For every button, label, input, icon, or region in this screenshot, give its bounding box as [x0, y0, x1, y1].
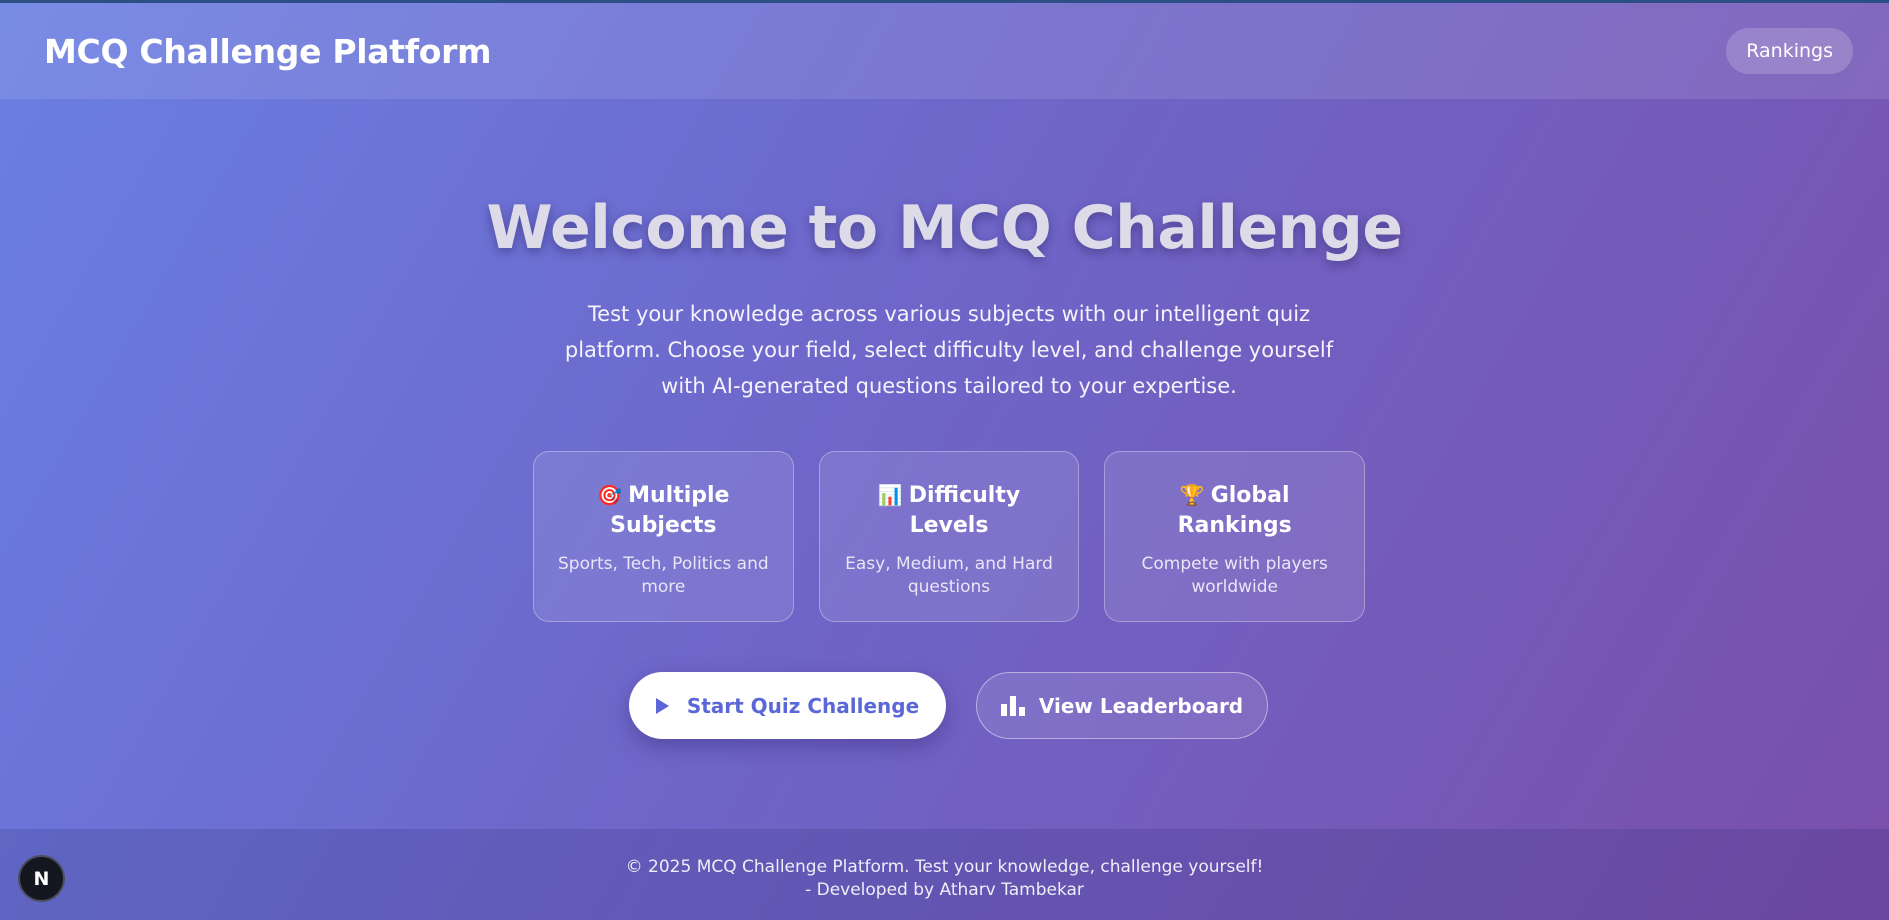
- feature-card-subjects: 🎯 Multiple Subjects Sports, Tech, Politic…: [533, 451, 794, 622]
- feature-description: Easy, Medium, and Hard questions: [845, 554, 1053, 597]
- start-quiz-button[interactable]: Start Quiz Challenge: [629, 672, 946, 739]
- rankings-button[interactable]: Rankings: [1726, 28, 1853, 74]
- nextjs-dev-badge[interactable]: N: [18, 855, 65, 902]
- bar-chart-icon: [1000, 695, 1025, 716]
- top-navbar: MCQ Challenge Platform Rankings: [0, 3, 1889, 99]
- hero-actions: Start Quiz Challenge View Leaderboard: [629, 672, 1268, 739]
- feature-description: Compete with players worldwide: [1141, 554, 1328, 597]
- footer-credit: - Developed by Atharv Tambekar: [805, 880, 1084, 900]
- trophy-icon: 🏆: [1179, 483, 1205, 507]
- target-icon: 🎯: [597, 483, 623, 507]
- feature-title: 🎯 Multiple Subjects: [534, 480, 793, 541]
- feature-title-text: Multiple Subjects: [610, 483, 730, 538]
- view-leaderboard-label: View Leaderboard: [1038, 693, 1244, 718]
- feature-description: Sports, Tech, Politics and more: [558, 554, 769, 597]
- page-footer: © 2025 MCQ Challenge Platform. Test your…: [0, 829, 1889, 920]
- brand-title[interactable]: MCQ Challenge Platform: [44, 32, 492, 71]
- hero-description: Test your knowledge across various subje…: [564, 302, 1334, 398]
- play-icon: [655, 697, 669, 714]
- feature-title-text: Difficulty Levels: [908, 483, 1021, 538]
- footer-copyright: © 2025 MCQ Challenge Platform. Test your…: [625, 857, 1264, 877]
- feature-card-difficulty: 📊 Difficulty Levels Easy, Medium, and Har…: [818, 451, 1080, 622]
- feature-title: 🏆 Global Rankings: [1105, 480, 1364, 541]
- feature-card-rankings: 🏆 Global Rankings Compete with players wo…: [1104, 451, 1366, 622]
- view-leaderboard-button[interactable]: View Leaderboard: [976, 672, 1268, 739]
- feature-cards: 🎯 Multiple Subjects Sports, Tech, Politic…: [533, 451, 1366, 622]
- feature-title: 📊 Difficulty Levels: [820, 480, 1079, 541]
- bar-chart-icon: 📊: [877, 483, 903, 507]
- start-quiz-label: Start Quiz Challenge: [686, 693, 920, 718]
- hero-title: Welcome to MCQ Challenge: [486, 193, 1403, 263]
